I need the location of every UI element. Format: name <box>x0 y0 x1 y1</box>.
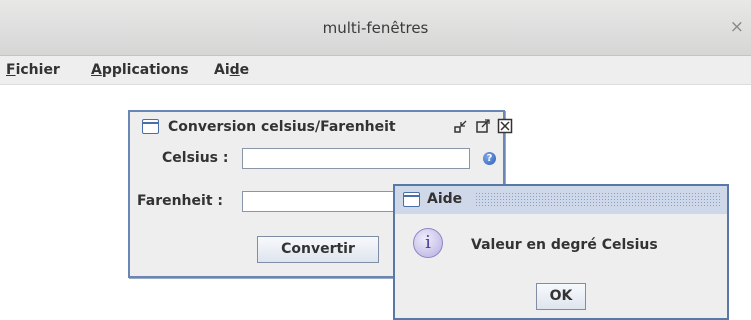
menu-fichier-mnemonic: F <box>6 62 16 78</box>
farenheit-label: Farenheit : <box>137 193 223 209</box>
menu-aide-mnemonic: d <box>229 62 240 78</box>
ok-button[interactable]: OK <box>536 283 586 310</box>
menu-applications-mnemonic: A <box>91 62 102 78</box>
window-titlebar[interactable]: multi-fenêtres × <box>0 0 751 56</box>
titlebar-grip <box>475 192 721 207</box>
conversion-frame-title: Conversion celsius/Farenheit <box>168 119 396 135</box>
menu-applications-text-post: pplications <box>101 62 189 78</box>
menu-aide-text-pre: Ai <box>214 62 230 78</box>
conversion-frame-titlebar[interactable]: Conversion celsius/Farenheit <box>130 112 513 140</box>
celsius-input[interactable] <box>242 148 470 169</box>
iconify-icon[interactable] <box>453 118 469 134</box>
menu-bar: Fichier Applications Aide <box>0 56 751 85</box>
frame-icon <box>142 119 159 134</box>
frame-close-icon[interactable] <box>497 118 513 134</box>
convert-button[interactable]: Convertir <box>257 236 379 263</box>
menu-aide[interactable]: Aide <box>214 62 249 78</box>
menu-fichier-text-post: ichier <box>15 62 60 78</box>
aide-message: Valeur en degré Celsius <box>471 237 658 253</box>
menu-aide-text-post: e <box>239 62 250 78</box>
help-icon[interactable]: ? <box>483 152 496 165</box>
aide-frame-titlebar[interactable]: Aide <box>395 186 727 214</box>
info-icon: i <box>413 228 443 258</box>
menu-applications[interactable]: Applications <box>91 62 189 78</box>
frame-icon <box>403 192 420 207</box>
celsius-label: Celsius : <box>162 150 229 166</box>
menu-fichier[interactable]: Fichier <box>6 62 60 78</box>
close-icon[interactable]: × <box>730 17 744 37</box>
aide-frame-title: Aide <box>427 191 467 207</box>
aide-frame: Aide i Valeur en degré Celsius OK <box>393 184 729 320</box>
window-title: multi-fenêtres <box>322 19 429 37</box>
maximize-icon[interactable] <box>475 118 491 134</box>
